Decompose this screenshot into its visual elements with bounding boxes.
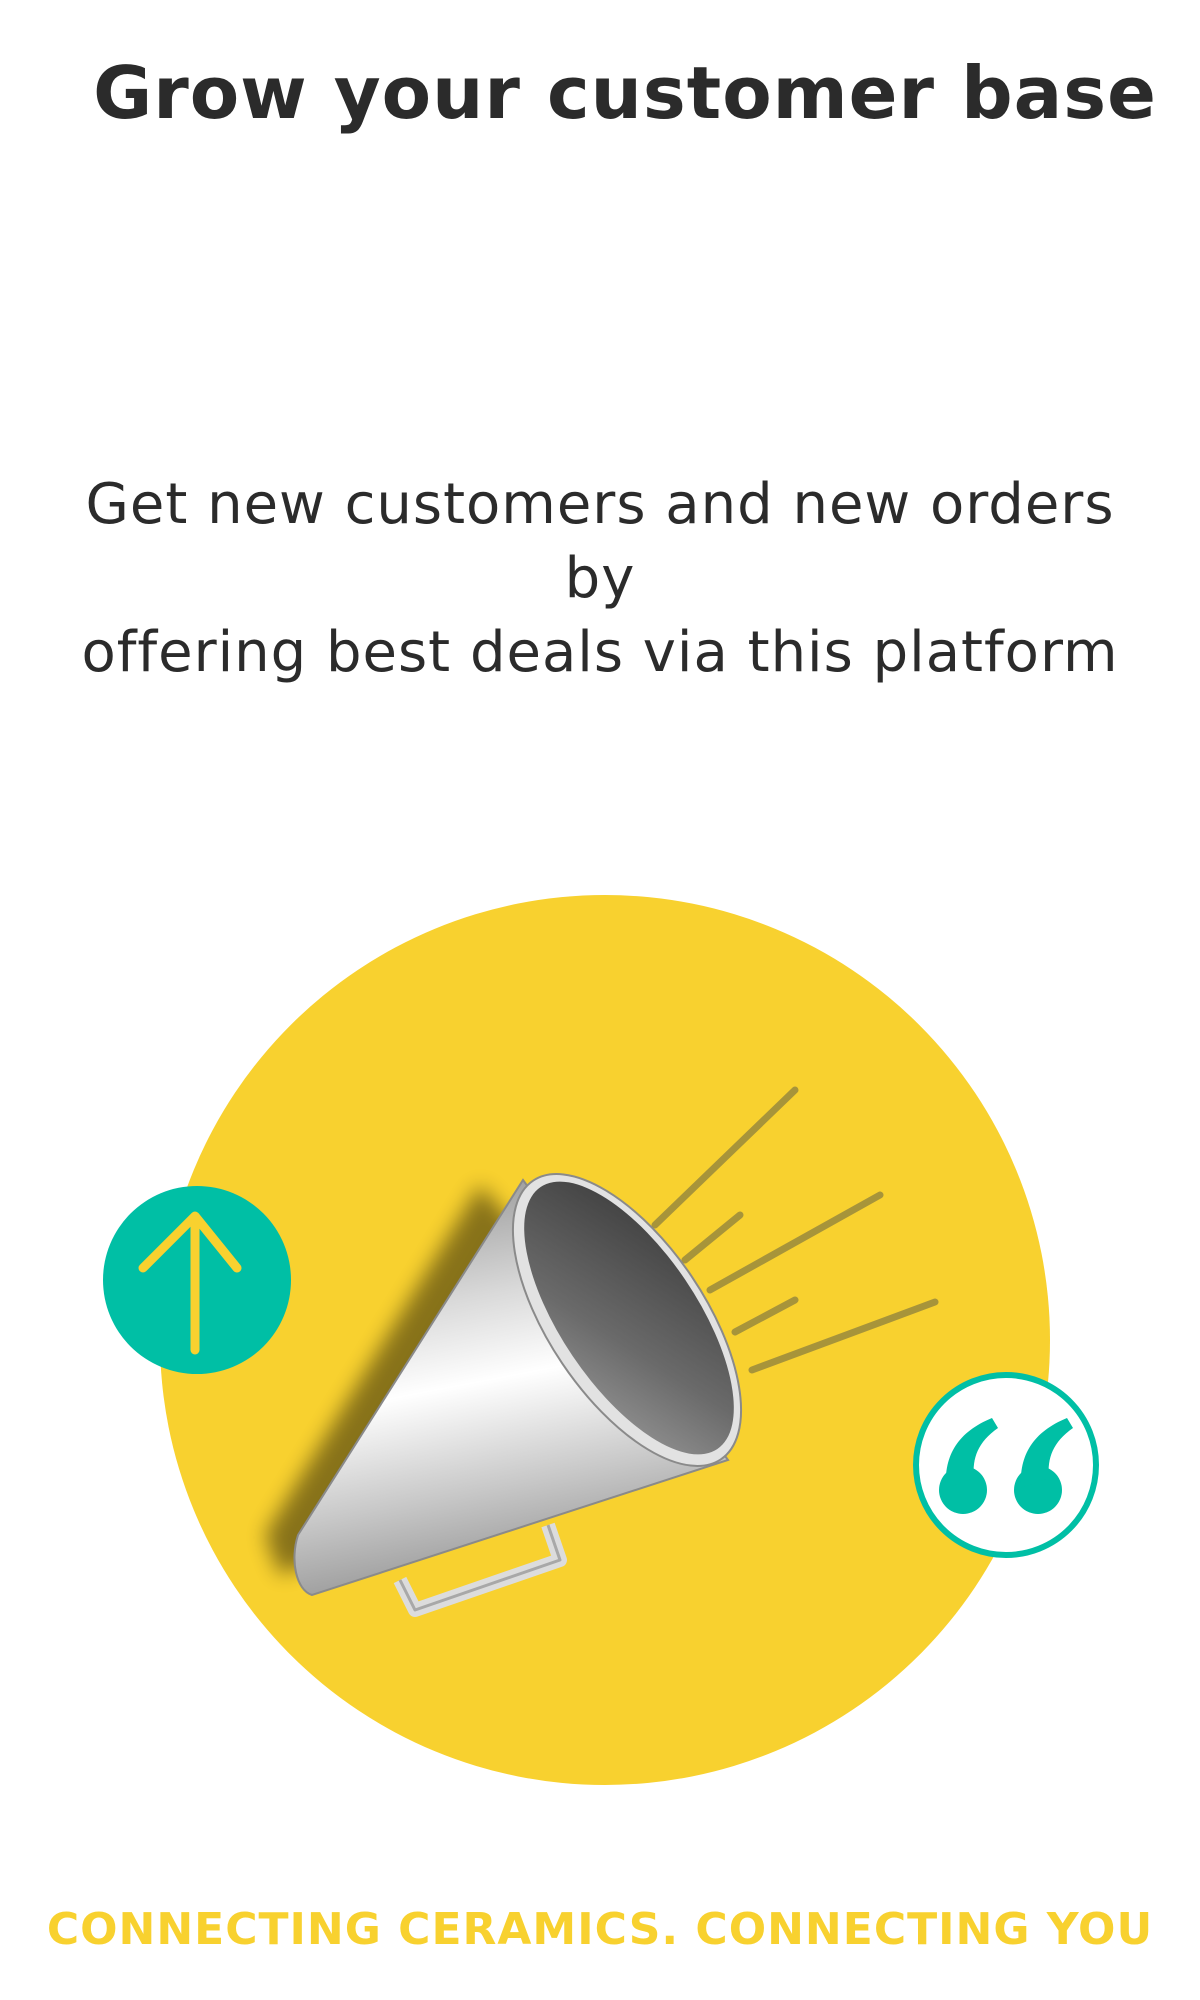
hero-illustration <box>103 895 1099 1785</box>
subtitle-line-2: offering best deals via this platform <box>81 620 1119 685</box>
arrow-up-icon <box>103 1186 291 1374</box>
page-subtitle: Get new customers and new orders by offe… <box>60 468 1140 690</box>
megaphone-shadow <box>265 1185 675 1575</box>
sound-lines-icon <box>651 1086 939 1374</box>
subtitle-line-1: Get new customers and new orders by <box>85 472 1115 611</box>
megaphone-icon <box>293 1173 743 1617</box>
page-title: Grow your customer base <box>93 51 1157 135</box>
quote-icon <box>913 1372 1099 1558</box>
footer-tagline: CONNECTING CERAMICS. CONNECTING YOU <box>46 1904 1154 1955</box>
yellow-circle <box>160 895 1050 1785</box>
